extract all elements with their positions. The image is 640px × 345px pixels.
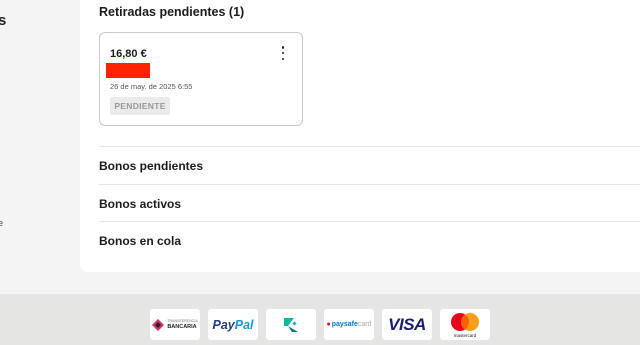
main-panel: Retiradas pendientes (1) 16,80 € 26 de m… [80, 0, 640, 272]
payment-method-mastercard: mastercard [440, 309, 490, 340]
pending-withdrawals-title: Retiradas pendientes (1) [99, 5, 245, 19]
kebab-dot [281, 46, 285, 49]
pending-bonuses-section[interactable]: Bonos pendientes [99, 147, 640, 184]
status-badge: PENDIENTE [110, 97, 170, 115]
kebab-dot [281, 57, 285, 60]
paypal-logo-part1: Pay [212, 317, 235, 332]
active-bonuses-section[interactable]: Bonos activos [99, 185, 640, 222]
more-options-icon[interactable] [280, 46, 286, 60]
footer: TRANSFERENCIA BANCARIA Pay Pal ● paysafe ca… [0, 294, 640, 345]
withdrawal-date: 26 de may. de 2025 6:55 [110, 82, 193, 91]
skrill-icon [284, 317, 298, 332]
queued-bonuses-section[interactable]: Bonos en cola [99, 222, 640, 259]
redacted-block [106, 63, 150, 78]
mastercard-icon [451, 312, 479, 331]
sidebar-text-fragment: e [0, 218, 4, 228]
sidebar-text-fragment: s [0, 12, 7, 29]
paysafecard-dot-icon: ● [326, 321, 331, 328]
payment-method-bank-transfer: TRANSFERENCIA BANCARIA [150, 309, 200, 340]
withdrawal-amount: 16,80 € [110, 48, 147, 60]
withdrawal-card: 16,80 € 26 de may. de 2025 6:55 PENDIENT… [99, 32, 303, 126]
payment-method-paysafecard: ● paysafe card [324, 309, 374, 340]
payment-method-visa: VISA [382, 309, 432, 340]
bank-transfer-label: TRANSFERENCIA BANCARIA [167, 319, 197, 330]
payment-method-skrill [266, 309, 316, 340]
bank-transfer-icon [152, 318, 165, 331]
payment-method-paypal: Pay Pal [208, 309, 258, 340]
mastercard-label: mastercard [453, 332, 477, 338]
paysafecard-logo-part2: card [357, 321, 372, 328]
bank-transfer-line2: BANCARIA [167, 323, 197, 330]
paypal-logo-part2: Pal [234, 317, 254, 332]
left-sidebar: s e [0, 0, 80, 272]
paysafecard-logo-part1: paysafe [331, 321, 358, 328]
visa-logo: VISA [388, 314, 426, 334]
kebab-dot [281, 51, 285, 55]
